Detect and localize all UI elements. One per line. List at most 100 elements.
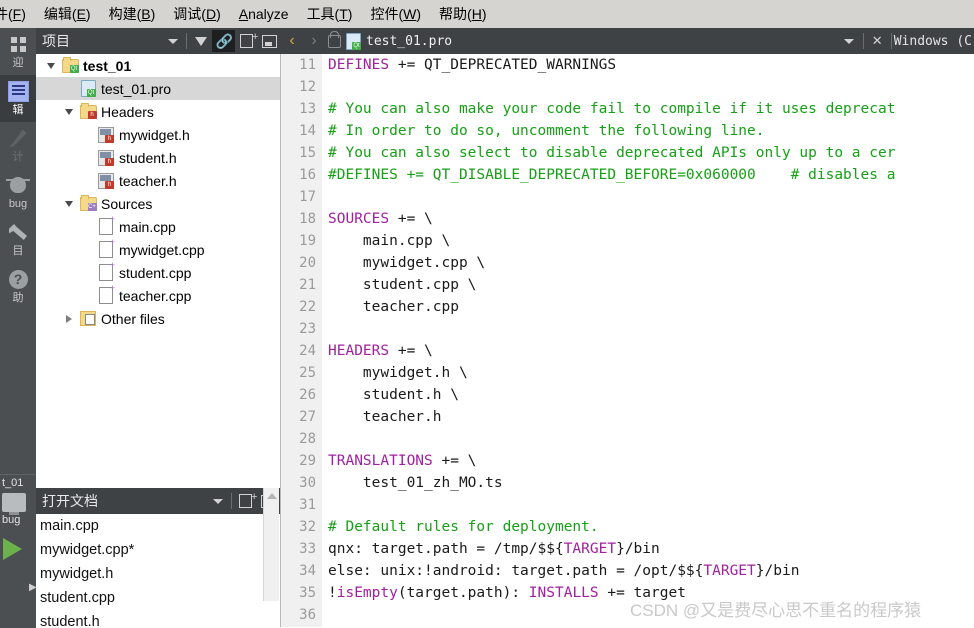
menu-item-6[interactable]: 控件(W) [361, 1, 430, 27]
mode-bug[interactable]: bug [0, 169, 36, 216]
code-line[interactable]: #DEFINES += QT_DISABLE_DEPRECATED_BEFORE… [328, 164, 974, 186]
link-with-editor-button[interactable]: 🔗 [212, 30, 235, 52]
mode-edit[interactable]: 辑 [0, 75, 36, 122]
code-line[interactable] [328, 186, 974, 208]
menu-item-0[interactable]: 件(F) [0, 1, 35, 27]
code-line[interactable]: test_01_zh_MO.ts [328, 472, 974, 494]
mode-wrench[interactable]: 目 [0, 216, 36, 263]
opendocs-dropdown-button[interactable] [206, 490, 229, 512]
code-line[interactable]: TRANSLATIONS += \ [328, 450, 974, 472]
tree-item-mywidget-h[interactable]: h mywidget.h [36, 123, 280, 146]
tree-item-student-cpp[interactable]: student.cpp [36, 260, 280, 284]
line-number: 24 [299, 343, 316, 359]
mode-grid[interactable]: 迎 [0, 28, 36, 75]
menu-item-5[interactable]: 工具(T) [298, 1, 362, 27]
opendocs-split-button[interactable] [234, 490, 257, 512]
editor-close-button[interactable]: ✕ [866, 30, 889, 52]
code-line[interactable]: SOURCES += \ [328, 208, 974, 230]
code-line[interactable]: main.cpp \ [328, 230, 974, 252]
tree-expander[interactable] [42, 62, 60, 69]
tree-item-headers[interactable]: h Headers [36, 100, 280, 123]
code-line[interactable] [328, 604, 974, 626]
menu-accel: T [339, 6, 348, 22]
tree-item-test-01-pro[interactable]: Qt test_01.pro [36, 77, 280, 100]
open-document-item[interactable]: mywidget.cpp* [36, 538, 280, 562]
code-line[interactable]: !isEmpty(target.path): INSTALLS += targe… [328, 582, 974, 604]
cpp-file-icon [96, 237, 116, 258]
open-documents-scrollbar[interactable] [263, 488, 279, 601]
open-documents-header: 打开文档 [36, 488, 280, 514]
edit-icon [7, 78, 29, 104]
code-line[interactable]: teacher.h [328, 406, 974, 428]
line-number-gutter: 11 12 13 14 15 16 17 18 19 20 21 22 23 24 25 26 27 28 29 30… [281, 54, 322, 627]
open-document-item[interactable]: main.cpp [36, 514, 280, 538]
mode-help[interactable]: ? 助 [0, 263, 36, 310]
code-line[interactable] [328, 318, 974, 340]
editor-dropdown-button[interactable] [838, 30, 861, 52]
nav-forward-button[interactable]: › [303, 32, 325, 50]
open-document-item[interactable]: student.h [36, 610, 280, 627]
code-line[interactable] [328, 494, 974, 516]
code-line[interactable]: # In order to do so, uncomment the follo… [328, 120, 974, 142]
menu-item-3[interactable]: 调试(D) [164, 1, 229, 27]
tree-item-test-01[interactable]: Qt test_01 [36, 54, 280, 77]
tree-item-teacher-cpp[interactable]: teacher.cpp [36, 283, 280, 307]
menu-item-2[interactable]: 构建(B) [100, 1, 165, 27]
tree-item-other-files[interactable]: Other files [36, 307, 280, 330]
code-line[interactable]: mywidget.cpp \ [328, 252, 974, 274]
code-line[interactable]: qnx: target.path = /tmp/$${TARGET}/bin [328, 538, 974, 560]
tree-item-label: student.h [119, 149, 177, 166]
menu-accel: D [205, 6, 217, 22]
code-view[interactable]: 11 12 13 14 15 16 17 18 19 20 21 22 23 24 25 26 27 28 29 30… [281, 54, 974, 627]
menu-item-1[interactable]: 编辑(E) [35, 1, 100, 27]
code-line[interactable]: # You can also select to disable depreca… [328, 142, 974, 164]
code-token: += QT_DEPRECATED_WARNINGS [389, 57, 617, 73]
run-triangle-icon[interactable] [3, 538, 22, 560]
code-line[interactable]: DEFINES += QT_DEPRECATED_WARNINGS [328, 54, 974, 76]
code-line[interactable] [328, 428, 974, 450]
open-document-item[interactable]: student.cpp [36, 586, 280, 610]
code-lines[interactable]: DEFINES += QT_DEPRECATED_WARNINGS # You … [328, 54, 974, 627]
tree-item-student-h[interactable]: h student.h [36, 146, 280, 169]
tree-expander[interactable] [60, 314, 78, 323]
line-number: 20 [299, 255, 316, 271]
code-line[interactable]: HEADERS += \ [328, 340, 974, 362]
project-dropdown-button[interactable] [161, 30, 184, 52]
line-number: 36 [299, 607, 316, 623]
tree-expander[interactable] [60, 108, 78, 115]
code-line[interactable]: # Default rules for deployment. [328, 516, 974, 538]
open-document-item[interactable]: mywidget.h [36, 562, 280, 586]
open-documents-list[interactable]: main.cpp mywidget.cpp* mywidget.h student.c… [36, 514, 280, 627]
menu-item-4[interactable]: Analyze [230, 3, 298, 25]
tree-item-main-cpp[interactable]: main.cpp [36, 214, 280, 238]
help-icon: ? [8, 266, 28, 292]
editor-tab-filename[interactable]: test_01.pro [366, 34, 452, 49]
project-filter-button[interactable] [189, 30, 212, 59]
menu-item-7[interactable]: 帮助(H) [430, 1, 495, 27]
code-token: DEFINES [328, 57, 390, 73]
mode-pencil[interactable]: 计 [0, 122, 36, 169]
tree-item-teacher-h[interactable]: h teacher.h [36, 169, 280, 192]
tree-item-mywidget-cpp[interactable]: mywidget.cpp [36, 237, 280, 261]
chevron-down-icon [47, 62, 55, 69]
kit-selector[interactable]: t_01 ▶ bug [0, 474, 36, 628]
tree-expander[interactable] [60, 200, 78, 207]
code-line[interactable]: mywidget.h \ [328, 362, 974, 384]
code-token: # Default rules for deployment. [328, 519, 599, 535]
code-line[interactable] [328, 76, 974, 98]
code-line[interactable]: # You can also make your code fail to co… [328, 98, 974, 120]
project-minimize-button[interactable] [258, 30, 281, 52]
tree-item-label: main.cpp [119, 218, 176, 235]
project-split-button[interactable] [235, 30, 258, 52]
scroll-up-arrow-icon[interactable] [266, 493, 277, 499]
kit-project-label: t_01 [2, 477, 24, 489]
code-line[interactable]: student.cpp \ [328, 274, 974, 296]
nav-back-button[interactable]: ‹ [281, 32, 303, 50]
code-line[interactable]: else: unix:!android: target.path = /opt/… [328, 560, 974, 582]
code-line[interactable]: student.h \ [328, 384, 974, 406]
mode-label: 助 [12, 292, 24, 304]
tree-item-sources[interactable]: C+ Sources [36, 192, 280, 215]
project-tree[interactable]: Qt test_01 Qt test_01.pro h Headers h mywidget.… [36, 54, 281, 488]
unlocked-icon[interactable] [328, 30, 341, 48]
code-line[interactable]: teacher.cpp [328, 296, 974, 318]
